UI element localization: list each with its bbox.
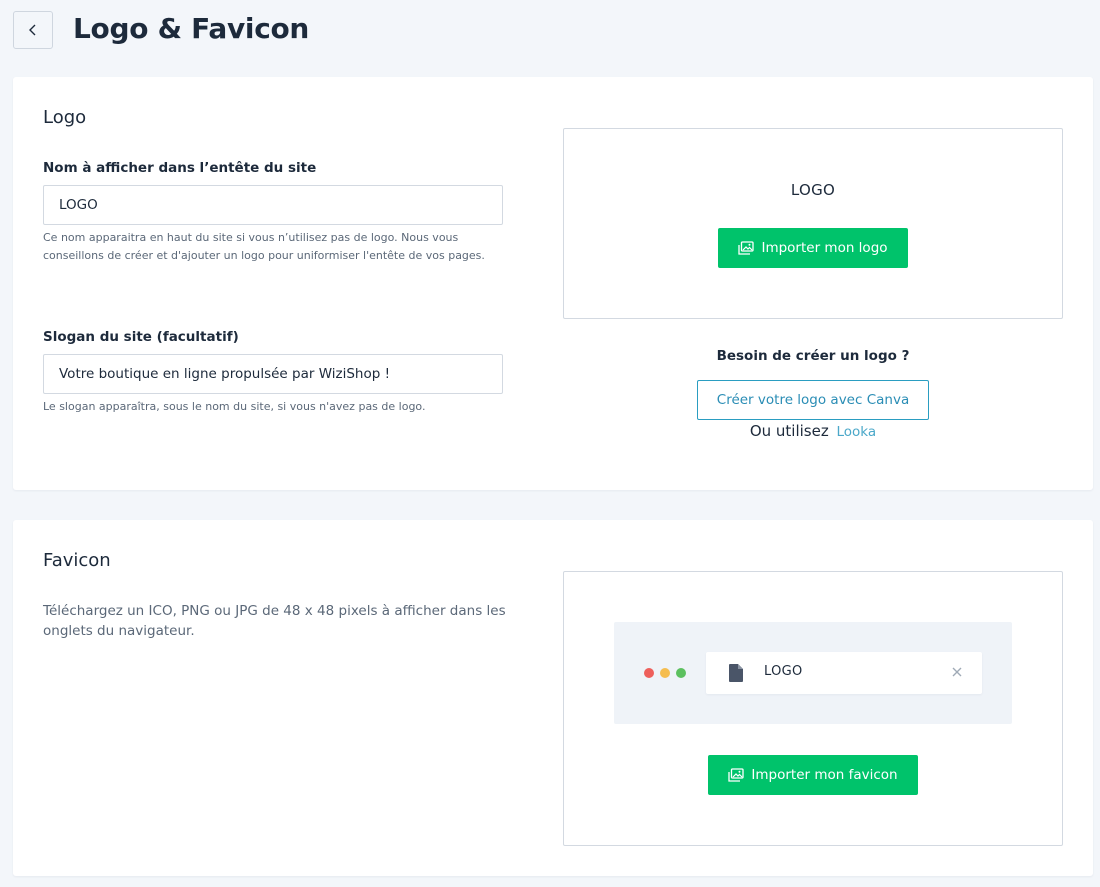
import-logo-label: Importer mon logo bbox=[761, 240, 888, 256]
import-logo-button[interactable]: Importer mon logo bbox=[718, 228, 908, 268]
canva-button[interactable]: Créer votre logo avec Canva bbox=[697, 380, 929, 420]
green-dot bbox=[676, 668, 686, 678]
site-name-input[interactable] bbox=[43, 185, 503, 225]
browser-tab: LOGO bbox=[706, 652, 982, 694]
logo-preview-box: LOGO Importer mon logo bbox=[563, 128, 1063, 319]
logo-preview-text: LOGO bbox=[790, 181, 836, 199]
site-name-label: Nom à afficher dans l’entête du site bbox=[43, 160, 317, 176]
tab-label: LOGO bbox=[764, 664, 803, 679]
or-use-label: Ou utilisez bbox=[749, 422, 829, 440]
favicon-description: Téléchargez un ICO, PNG ou JPG de 48 x 4… bbox=[43, 603, 506, 639]
red-dot bbox=[644, 668, 654, 678]
file-icon bbox=[729, 664, 743, 682]
slogan-label: Slogan du site (facultatif) bbox=[43, 329, 239, 345]
browser-preview: LOGO bbox=[614, 622, 1012, 724]
back-button[interactable] bbox=[13, 11, 53, 49]
import-favicon-button[interactable]: Importer mon favicon bbox=[708, 755, 918, 795]
chevron-left-icon bbox=[29, 24, 36, 36]
need-logo-text: Besoin de créer un logo ? bbox=[716, 348, 910, 364]
looka-link[interactable]: Looka bbox=[837, 424, 877, 440]
favicon-preview-box: LOGO Importer mon favicon bbox=[563, 571, 1063, 846]
slogan-help: Le slogan apparaîtra, sous le nom du sit… bbox=[43, 400, 426, 413]
page-title: Logo & Favicon bbox=[73, 12, 310, 45]
or-use-text: Ou utilisez Looka bbox=[563, 422, 1063, 440]
slogan-input[interactable] bbox=[43, 354, 503, 394]
image-icon bbox=[738, 241, 755, 255]
logo-card: Logo Nom à afficher dans l’entête du sit… bbox=[13, 77, 1093, 490]
import-favicon-label: Importer mon favicon bbox=[751, 767, 898, 783]
favicon-section-title: Favicon bbox=[43, 550, 111, 571]
image-icon bbox=[728, 768, 745, 782]
close-icon[interactable] bbox=[951, 666, 963, 678]
favicon-card: Favicon Téléchargez un ICO, PNG ou JPG d… bbox=[13, 520, 1093, 876]
logo-section-title: Logo bbox=[43, 107, 87, 128]
site-name-help: Ce nom apparaitra en haut du site si vou… bbox=[43, 231, 485, 262]
yellow-dot bbox=[660, 668, 670, 678]
